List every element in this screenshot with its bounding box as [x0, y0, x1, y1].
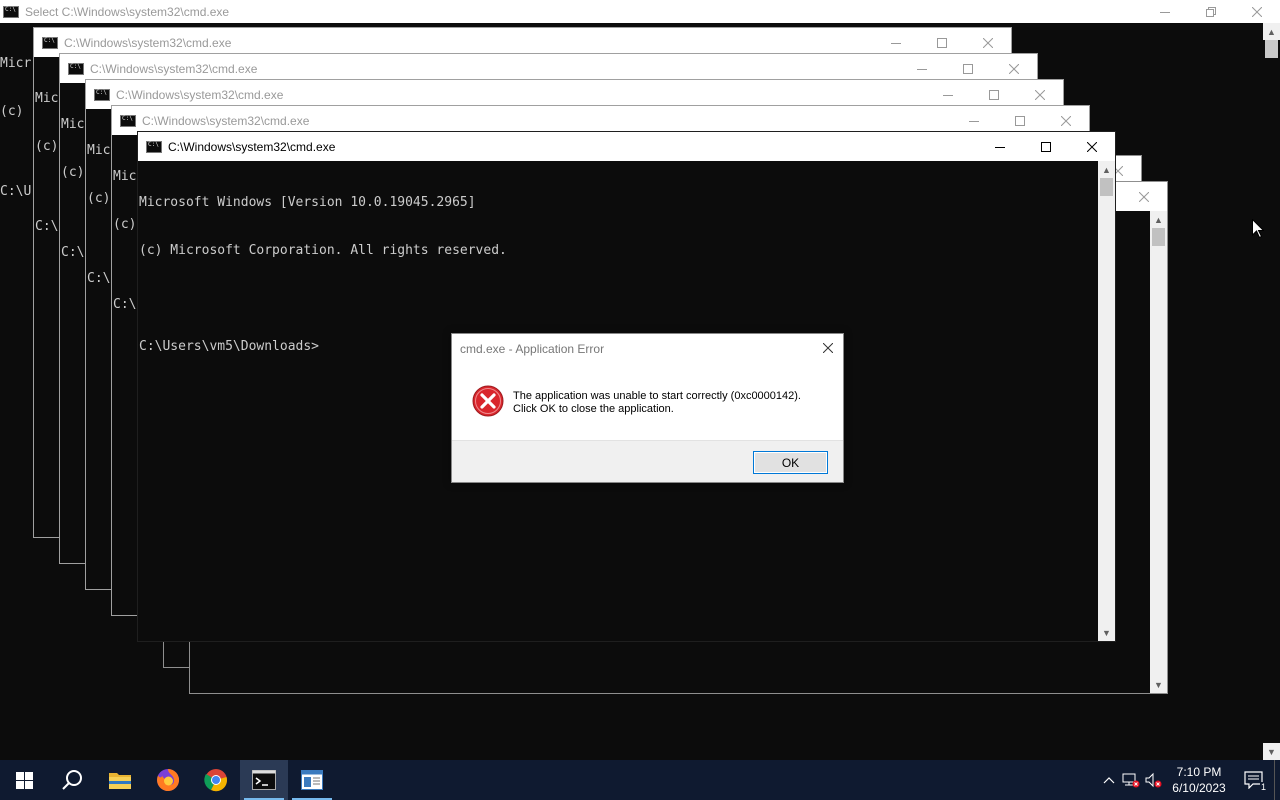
action-center-button[interactable]: 1: [1234, 760, 1274, 800]
scroll-up-arrow-icon[interactable]: ▲: [1098, 161, 1115, 178]
background-window-title: Select C:\Windows\system32\cmd.exe: [25, 4, 230, 19]
window-title: C:\Windows\system32\cmd.exe: [64, 35, 232, 50]
file-explorer-button[interactable]: [96, 760, 144, 800]
clock-time: 7:10 PM: [1176, 765, 1222, 779]
dialog-title: cmd.exe - Application Error: [460, 342, 605, 356]
cmd-window-icon: [94, 88, 110, 101]
scrollbar-thumb[interactable]: [1265, 40, 1278, 58]
console-line: Micr: [0, 56, 32, 71]
close-button[interactable]: [1121, 182, 1167, 211]
network-status-button[interactable]: [1120, 760, 1142, 800]
taskbar-clock[interactable]: 7:10 PM 6/10/2023: [1164, 764, 1234, 796]
app-window-taskbar-button[interactable]: [288, 760, 336, 800]
firefox-icon: [157, 768, 180, 791]
active-scrollbar[interactable]: ▲ ▼: [1098, 161, 1115, 641]
network-disconnected-icon: [1122, 773, 1140, 788]
app-window-icon: [301, 770, 323, 790]
cmd-icon: [252, 770, 276, 790]
background-console-output: Micr (c) C:\U: [0, 24, 31, 232]
volume-muted-icon: [1145, 772, 1162, 788]
scroll-up-arrow-icon[interactable]: ▲: [1263, 23, 1280, 40]
active-window-titlebar[interactable]: C:\Windows\system32\cmd.exe: [138, 132, 1115, 161]
cmd-taskbar-button[interactable]: [240, 760, 288, 800]
scroll-up-arrow-icon[interactable]: ▲: [1150, 211, 1167, 228]
active-window-title: C:\Windows\system32\cmd.exe: [168, 139, 336, 154]
scroll-down-arrow-icon[interactable]: ▼: [1263, 743, 1280, 760]
dialog-footer: OK: [452, 440, 843, 482]
cmd-window-icon: [146, 140, 162, 153]
search-button[interactable]: [48, 760, 96, 800]
volume-button[interactable]: [1142, 760, 1164, 800]
chrome-button[interactable]: [192, 760, 240, 800]
scroll-down-arrow-icon[interactable]: ▼: [1150, 676, 1167, 693]
console-line: Microsoft Windows [Version 10.0.19045.29…: [139, 195, 476, 210]
scroll-down-arrow-icon[interactable]: ▼: [1098, 624, 1115, 641]
start-icon: [15, 771, 33, 789]
cmd-window-icon: [3, 5, 19, 18]
scrollbar[interactable]: ▲ ▼: [1150, 211, 1167, 693]
search-icon: [62, 770, 82, 790]
error-message-line: Click OK to close the application.: [513, 403, 674, 415]
mouse-cursor-icon: [1252, 218, 1265, 243]
cmd-window-icon: [42, 36, 58, 49]
cmd-window-icon: [120, 114, 136, 127]
taskbar: 7:10 PM 6/10/2023 1: [0, 760, 1280, 800]
console-line: (c): [0, 104, 24, 119]
chrome-icon: [204, 769, 227, 792]
background-titlebar[interactable]: Select C:\Windows\system32\cmd.exe: [0, 0, 1280, 23]
window-title: C:\Windows\system32\cmd.exe: [90, 61, 258, 76]
notification-count-badge: 1: [1259, 782, 1267, 792]
console-line: (c) Microsoft Corporation. All rights re…: [139, 243, 507, 258]
window-title: C:\Windows\system32\cmd.exe: [116, 87, 284, 102]
minimize-button[interactable]: [1142, 0, 1188, 26]
scrollbar-thumb[interactable]: [1152, 228, 1165, 246]
restore-button[interactable]: [1188, 0, 1234, 26]
scrollbar-thumb[interactable]: [1100, 178, 1113, 196]
maximize-button[interactable]: [1023, 132, 1069, 161]
close-button[interactable]: [1069, 132, 1115, 161]
error-message-line: The application was unable to start corr…: [513, 390, 801, 402]
file-explorer-icon: [109, 773, 131, 789]
start-button[interactable]: [0, 760, 48, 800]
chevron-up-icon: [1103, 777, 1115, 784]
system-tray: 7:10 PM 6/10/2023 1: [1098, 760, 1280, 800]
error-icon: [472, 385, 504, 417]
minimize-button[interactable]: [977, 132, 1023, 161]
window-title: C:\Windows\system32\cmd.exe: [142, 113, 310, 128]
firefox-button[interactable]: [144, 760, 192, 800]
cmd-window-icon: [68, 62, 84, 75]
ok-button[interactable]: OK: [753, 451, 828, 474]
clock-date: 6/10/2023: [1172, 781, 1226, 795]
background-scrollbar[interactable]: ▲ ▼: [1263, 23, 1280, 760]
show-hidden-icons-button[interactable]: [1098, 760, 1120, 800]
console-line: C:\U: [0, 184, 32, 199]
show-desktop-button[interactable]: [1274, 760, 1280, 800]
error-message: The application was unable to start corr…: [513, 390, 801, 416]
dialog-close-button[interactable]: [819, 339, 837, 357]
application-error-dialog[interactable]: cmd.exe - Application Error The applicat…: [451, 333, 844, 483]
